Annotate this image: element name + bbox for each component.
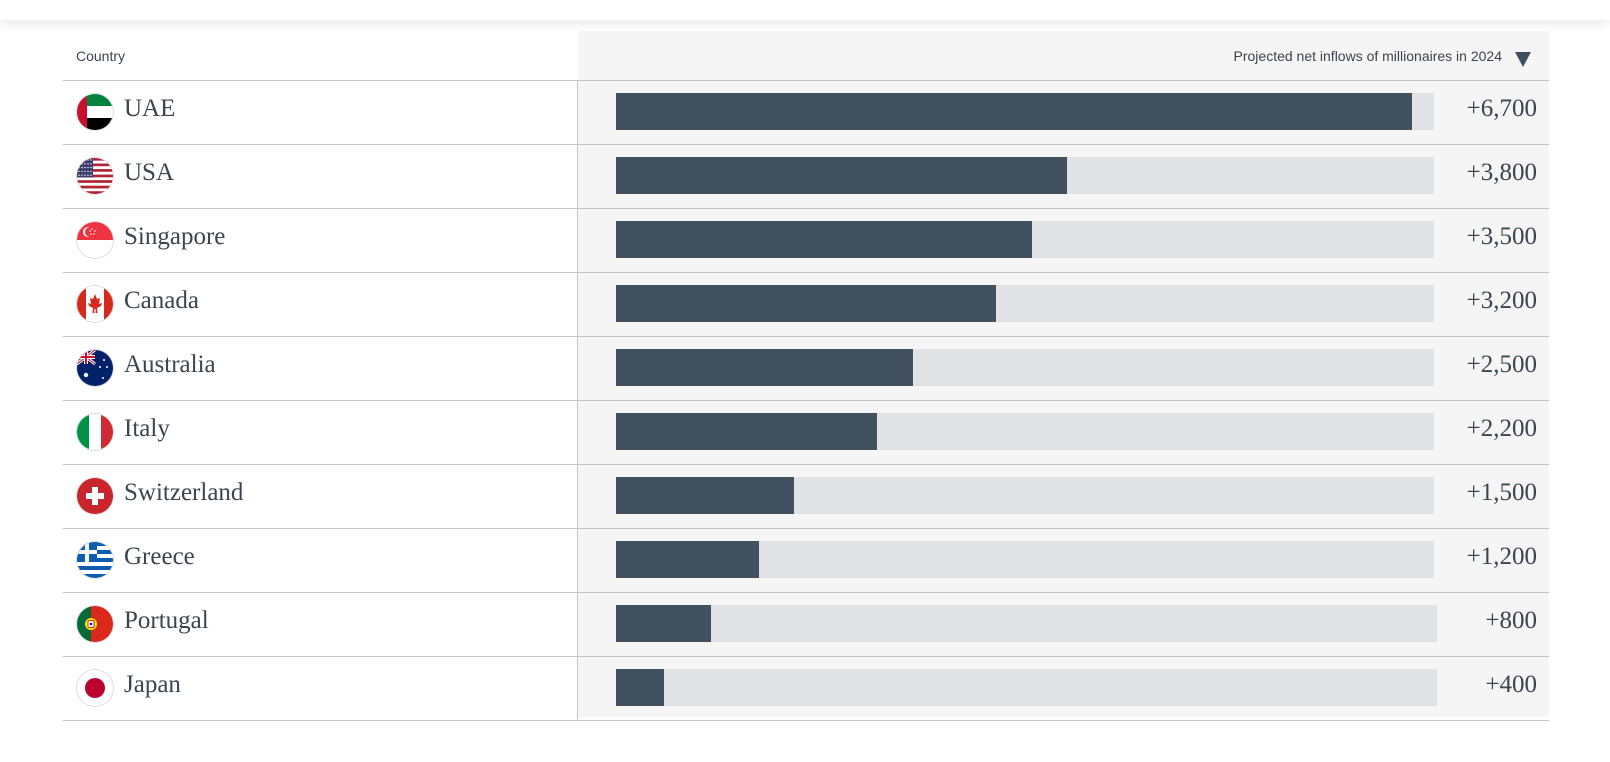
bar-track — [616, 157, 1434, 194]
greece-flag-icon — [77, 542, 113, 578]
value-label: +6,700 — [1466, 95, 1537, 122]
value-label: +3,800 — [1466, 159, 1537, 186]
bar-singapore — [616, 221, 1032, 258]
sort-descending-icon[interactable] — [1515, 52, 1531, 67]
value-label: +3,500 — [1466, 223, 1537, 250]
singapore-flag-icon — [77, 222, 113, 258]
bar-track — [616, 477, 1434, 514]
country-name: Australia — [124, 351, 216, 378]
column-divider — [577, 81, 578, 145]
bar-portugal — [616, 605, 711, 642]
bar-greece — [616, 541, 759, 578]
table-row: Singapore +3,500 — [63, 209, 1549, 273]
column-divider — [577, 401, 578, 465]
switzerland-flag-icon — [77, 478, 113, 514]
top-bar — [0, 0, 1610, 20]
country-name: Greece — [124, 543, 195, 570]
bar-track — [616, 413, 1434, 450]
table-header: Country Projected net inflows of million… — [63, 31, 1549, 81]
table-row: Greece +1,200 — [63, 529, 1549, 593]
country-name: Canada — [124, 287, 199, 314]
country-name: Italy — [124, 415, 170, 442]
bar-track — [616, 285, 1434, 322]
uae-flag-icon — [77, 94, 113, 130]
value-label: +2,500 — [1466, 351, 1537, 378]
column-divider — [577, 337, 578, 401]
table-row: Italy +2,200 — [63, 401, 1549, 465]
country-name: USA — [124, 159, 175, 186]
country-name: Switzerland — [124, 479, 244, 506]
bar-canada — [616, 285, 996, 322]
value-label: +1,500 — [1466, 479, 1537, 506]
column-divider — [577, 657, 578, 721]
column-divider — [577, 209, 578, 273]
value-label: +1,200 — [1466, 543, 1537, 570]
bar-track — [616, 221, 1434, 258]
table-row: Japan +400 — [63, 657, 1549, 721]
country-name: Singapore — [124, 223, 226, 250]
value-label: +400 — [1485, 671, 1537, 698]
column-divider — [577, 465, 578, 529]
table-row: USA +3,800 — [63, 145, 1549, 209]
bar-track — [616, 605, 1437, 642]
value-label: +3,200 — [1466, 287, 1537, 314]
bar-track — [616, 541, 1434, 578]
bar-usa — [616, 157, 1067, 194]
japan-flag-icon — [77, 670, 113, 706]
table-row: Switzerland +1,500 — [63, 465, 1549, 529]
country-name: Portugal — [124, 607, 209, 634]
column-divider — [577, 529, 578, 593]
table-row: UAE +6,700 — [63, 81, 1549, 145]
bar-japan — [616, 669, 664, 706]
australia-flag-icon — [77, 350, 113, 386]
bar-track — [616, 669, 1437, 706]
bar-uae — [616, 93, 1412, 130]
portugal-flag-icon — [77, 606, 113, 642]
italy-flag-icon — [77, 414, 113, 450]
value-label: +800 — [1485, 607, 1537, 634]
metric-column-header[interactable]: Projected net inflows of millionaires in… — [1234, 48, 1502, 64]
bar-italy — [616, 413, 877, 450]
country-column-header[interactable]: Country — [76, 48, 125, 64]
canada-flag-icon — [77, 286, 113, 322]
bar-track — [616, 349, 1434, 386]
country-name: Japan — [124, 671, 181, 698]
millionaire-inflows-table: Country Projected net inflows of million… — [63, 31, 1549, 721]
table-row: Portugal +800 — [63, 593, 1549, 657]
usa-flag-icon — [77, 158, 113, 194]
table-body: UAE +6,700 USA +3,800 Singapore +3,500 C… — [63, 81, 1549, 721]
column-divider — [577, 273, 578, 337]
bar-australia — [616, 349, 913, 386]
value-label: +2,200 — [1466, 415, 1537, 442]
table-row: Australia +2,500 — [63, 337, 1549, 401]
table-row: Canada +3,200 — [63, 273, 1549, 337]
column-divider — [577, 593, 578, 657]
bar-switzerland — [616, 477, 794, 514]
bar-track — [616, 93, 1434, 130]
column-divider — [577, 145, 578, 209]
country-name: UAE — [124, 95, 176, 122]
